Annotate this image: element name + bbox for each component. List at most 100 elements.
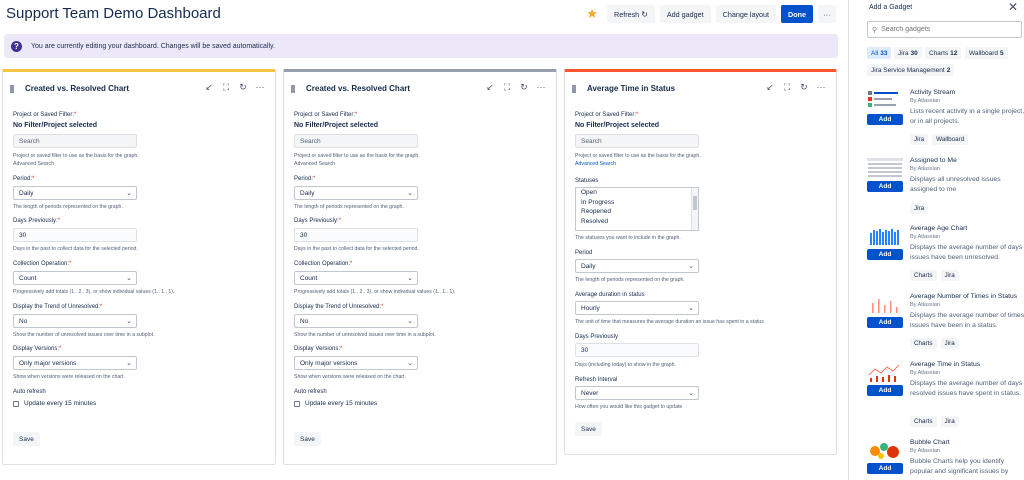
- auto-refresh-checkbox[interactable]: Update every 15 minutes: [13, 400, 96, 407]
- minimize-icon[interactable]: ↙: [765, 82, 775, 92]
- minimize-icon[interactable]: ↙: [485, 82, 495, 92]
- drag-handle-icon[interactable]: [291, 85, 295, 93]
- checkbox-icon[interactable]: [294, 400, 300, 407]
- gadget-name: Activity Stream: [910, 89, 956, 96]
- status-option[interactable]: Resolved: [576, 217, 698, 227]
- gadget-item-bubble-chart: Add Bubble Chart By Atlassian Bubble Cha…: [867, 439, 1024, 479]
- gadget-name: Assigned to Me: [910, 157, 957, 164]
- days-input[interactable]: 30: [13, 228, 137, 242]
- status-option[interactable]: Open: [576, 188, 698, 198]
- page-title: Support Team Demo Dashboard: [6, 5, 221, 22]
- close-icon[interactable]: ✕: [1008, 0, 1018, 14]
- gadget-created-vs-resolved-2: Created vs. Resolved Chart ↙ ⛶ ↻ ··· Pro…: [283, 69, 557, 465]
- chip-all[interactable]: All 33: [867, 47, 892, 59]
- refresh-interval-select[interactable]: Never ⌄: [575, 386, 699, 400]
- filter-help: Project or saved filter to use as the ba…: [294, 153, 420, 159]
- refresh-icon[interactable]: ↻: [238, 82, 248, 92]
- chip-wallboard[interactable]: Wallboard 5: [965, 47, 1008, 59]
- star-icon[interactable]: ★: [585, 6, 599, 22]
- tag[interactable]: Jira: [940, 416, 959, 427]
- more-icon[interactable]: ···: [536, 82, 546, 92]
- checkbox-icon[interactable]: [13, 400, 19, 407]
- gadget-search-input[interactable]: [881, 26, 1012, 33]
- trend-select[interactable]: No ⌄: [294, 314, 418, 328]
- maximize-icon[interactable]: ⛶: [221, 82, 231, 92]
- gadget-author: By Atlassian: [910, 370, 940, 376]
- more-icon[interactable]: ···: [816, 82, 826, 92]
- versions-select[interactable]: Only major versions ⌄: [13, 356, 137, 370]
- versions-select[interactable]: Only major versions ⌄: [294, 356, 418, 370]
- filter-search-input[interactable]: Search: [13, 134, 137, 148]
- refresh-icon[interactable]: ↻: [799, 82, 809, 92]
- gadget-author: By Atlassian: [910, 234, 940, 240]
- tag[interactable]: Jira: [910, 134, 929, 145]
- chip-charts[interactable]: Charts 12: [925, 47, 962, 59]
- tag[interactable]: Jira: [940, 338, 959, 349]
- chevron-down-icon: ⌄: [688, 263, 694, 270]
- gadget-tags: Charts Jira: [910, 416, 959, 427]
- days-input[interactable]: 30: [294, 228, 418, 242]
- drag-handle-icon[interactable]: [10, 85, 14, 93]
- more-actions-button[interactable]: ···: [818, 5, 836, 23]
- chevron-down-icon: ⌄: [688, 305, 694, 312]
- tag[interactable]: Charts: [910, 338, 937, 349]
- add-gadget-button[interactable]: Add gadget: [659, 5, 711, 23]
- status-option[interactable]: In Progress: [576, 198, 698, 208]
- add-gadget-button[interactable]: Add: [867, 317, 903, 328]
- period-help: The length of periods represented on the…: [13, 204, 123, 210]
- days-input[interactable]: 30: [575, 343, 699, 357]
- add-gadget-button[interactable]: Add: [867, 181, 903, 192]
- tag[interactable]: Charts: [910, 270, 937, 281]
- trend-label: Display the Trend of Unresolved:: [294, 304, 382, 310]
- tag[interactable]: Wallboard: [932, 134, 969, 145]
- gadget-search-field[interactable]: ⚲: [867, 21, 1022, 38]
- tag[interactable]: Jira: [910, 203, 929, 214]
- edit-mode-banner: ? You are currently editing your dashboa…: [4, 34, 838, 58]
- period-select[interactable]: Daily ⌄: [575, 259, 699, 273]
- gadget-thumbnail: [867, 157, 903, 179]
- days-help: Days in the past to collect data for the…: [294, 246, 419, 252]
- refresh-icon[interactable]: ↻: [519, 82, 529, 92]
- trend-help: Show the number of unresolved issues ove…: [13, 332, 155, 338]
- filter-search-input[interactable]: Search: [575, 134, 699, 148]
- add-gadget-button[interactable]: Add: [867, 463, 903, 474]
- add-gadget-button[interactable]: Add: [867, 114, 903, 125]
- maximize-icon[interactable]: ⛶: [502, 82, 512, 92]
- days-help: Days in the past to collect data for the…: [13, 246, 138, 252]
- refresh-button[interactable]: Refresh ↻: [607, 5, 655, 23]
- save-button[interactable]: Save: [13, 432, 40, 446]
- advanced-search-link[interactable]: Advanced Search: [294, 161, 335, 167]
- more-icon[interactable]: ···: [255, 82, 265, 92]
- minimize-icon[interactable]: ↙: [204, 82, 214, 92]
- advanced-search-link[interactable]: Advanced Search: [575, 161, 616, 167]
- change-layout-button[interactable]: Change layout: [715, 5, 777, 23]
- statuses-listbox[interactable]: Open In Progress Reopened Resolved: [575, 187, 699, 231]
- chip-jira-service-management[interactable]: Jira Service Management 2: [867, 64, 955, 76]
- tag[interactable]: Jira: [940, 270, 959, 281]
- versions-help: Show when versions were released on the …: [294, 374, 406, 380]
- operation-select[interactable]: Count ⌄: [294, 271, 418, 285]
- duration-select[interactable]: Hourly ⌄: [575, 301, 699, 315]
- done-button[interactable]: Done: [781, 5, 813, 23]
- operation-select[interactable]: Count ⌄: [13, 271, 137, 285]
- filter-search-input[interactable]: Search: [294, 134, 418, 148]
- add-gadget-button[interactable]: Add: [867, 385, 903, 396]
- listbox-scrollbar[interactable]: [691, 188, 698, 230]
- period-select[interactable]: Daily ⌄: [13, 186, 137, 200]
- drag-handle-icon[interactable]: [572, 85, 576, 93]
- auto-refresh-label: Auto refresh: [294, 389, 327, 395]
- trend-select[interactable]: No ⌄: [13, 314, 137, 328]
- save-button[interactable]: Save: [294, 432, 321, 446]
- search-icon: ⚲: [872, 26, 878, 34]
- maximize-icon[interactable]: ⛶: [782, 82, 792, 92]
- advanced-search-link[interactable]: Advanced Search: [13, 161, 54, 167]
- chip-jira[interactable]: Jira 30: [894, 47, 922, 59]
- add-gadget-button[interactable]: Add: [867, 249, 903, 260]
- status-option[interactable]: Reopened: [576, 207, 698, 217]
- auto-refresh-checkbox[interactable]: Update every 15 minutes: [294, 400, 377, 407]
- period-select[interactable]: Daily ⌄: [294, 186, 418, 200]
- versions-help: Show when versions were released on the …: [13, 374, 125, 380]
- tag[interactable]: Charts: [910, 416, 937, 427]
- save-button[interactable]: Save: [575, 422, 602, 436]
- filter-value: No Filter/Project selected: [13, 122, 98, 129]
